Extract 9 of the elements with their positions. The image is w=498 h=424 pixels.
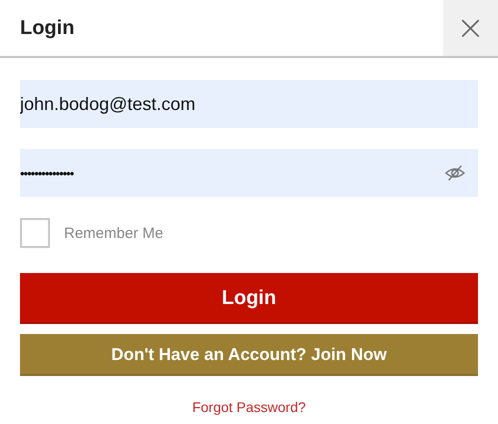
dialog-title: Login (19, 16, 76, 40)
eye-slash-icon[interactable] (444, 164, 466, 182)
forgot-password-link[interactable]: Forgot Password? (192, 399, 306, 415)
close-button[interactable]: × (443, 0, 498, 56)
remember-checkbox[interactable] (20, 218, 50, 248)
remember-label: Remember Me (64, 224, 164, 242)
join-button[interactable]: Don't Have an Account? Join Now (20, 334, 478, 376)
login-button[interactable]: Login (20, 273, 478, 324)
password-field[interactable]: ••••••••••••••• (20, 149, 478, 197)
